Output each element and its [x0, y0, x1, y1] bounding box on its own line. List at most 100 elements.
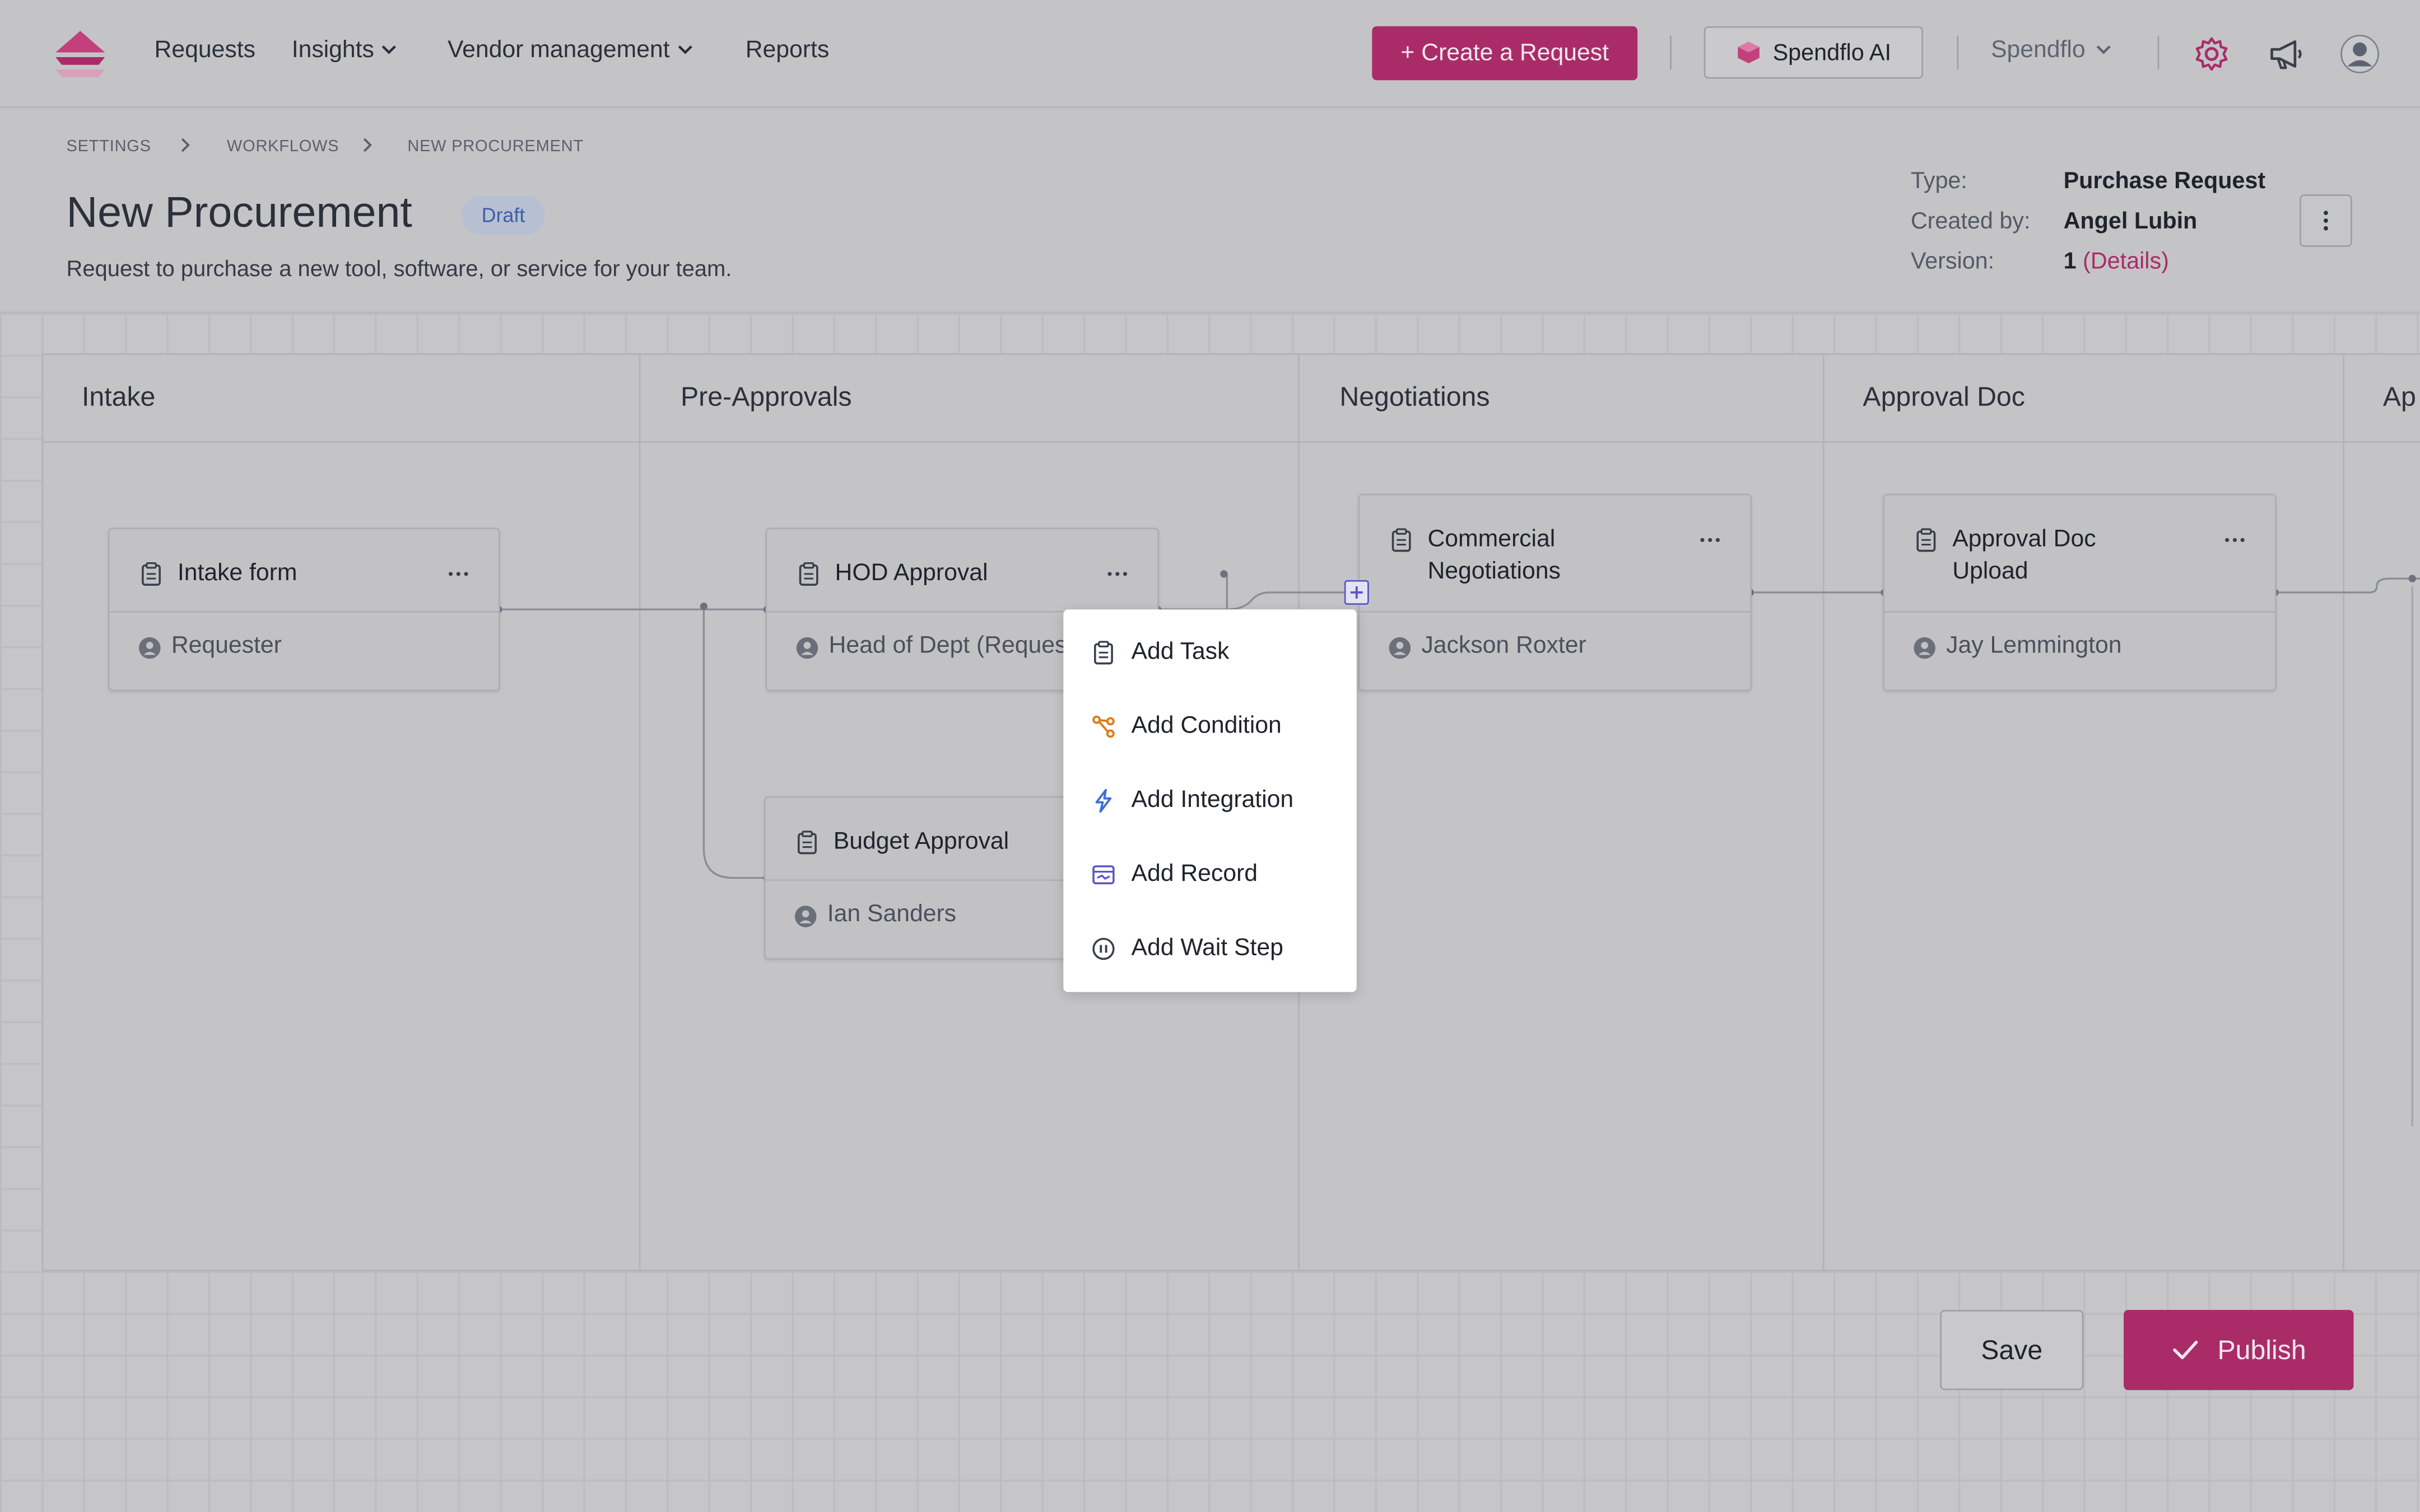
task-card-approval-doc-upload[interactable]: Approval Doc Upload Jay Lemmington	[1883, 493, 2277, 692]
chevron-down-icon	[2097, 45, 2111, 54]
card-title: HOD Approval	[835, 560, 988, 586]
card-title: Budget Approval	[833, 828, 1009, 855]
nav-insights[interactable]: Insights	[292, 37, 399, 65]
column-title-truncated: Ap	[2382, 381, 2416, 412]
card-assignee: Jackson Roxter	[1421, 632, 1586, 659]
menu-item-label: Add Task	[1131, 638, 1230, 665]
task-card-intake-form[interactable]: Intake form Requester	[108, 528, 500, 692]
spendflo-ai-label: Spendflo AI	[1772, 39, 1891, 66]
more-options-icon[interactable]	[2222, 528, 2247, 552]
menu-item-add-wait-step[interactable]: Add Wait Step	[1063, 912, 1356, 986]
user-icon	[1914, 637, 1935, 659]
column-divider	[2343, 353, 2344, 1272]
card-title: Commercial Negotiations	[1427, 523, 1560, 588]
card-header	[109, 529, 499, 613]
more-options-icon[interactable]	[446, 562, 471, 586]
page-title: New Procurement	[66, 188, 412, 236]
clipboard-icon	[1392, 528, 1411, 552]
card-title-line-1: Commercial	[1427, 526, 1556, 553]
chevron-down-icon	[382, 45, 397, 54]
nav-divider	[2157, 35, 2160, 69]
spendflo-logo[interactable]	[53, 28, 108, 81]
type-label: Type:	[1910, 168, 1967, 195]
menu-item-add-integration[interactable]: Add Integration	[1063, 764, 1356, 838]
column-header-divider	[41, 441, 2420, 443]
version-number: 1	[2063, 248, 2077, 275]
more-options-icon[interactable]	[1698, 528, 1723, 552]
chevron-right-icon	[181, 138, 190, 152]
clipboard-icon	[1093, 641, 1113, 665]
clipboard-icon	[1916, 528, 1936, 552]
add-step-menu: Add Task Add Condition Add Integration A…	[1063, 609, 1357, 992]
ai-cube-icon	[1737, 41, 1759, 63]
record-icon	[1092, 865, 1115, 885]
user-icon	[1389, 637, 1411, 659]
lightning-icon	[1095, 788, 1112, 813]
version-label: Version:	[1910, 248, 1995, 275]
nav-insights-label: Insights	[291, 37, 374, 63]
add-step-button[interactable]	[1344, 580, 1369, 605]
nav-divider	[1670, 35, 1672, 69]
column-divider	[639, 353, 641, 1272]
pause-icon	[1092, 937, 1115, 960]
checkmark-icon	[2172, 1341, 2198, 1360]
version-details-link[interactable]: (Details)	[2083, 249, 2169, 275]
more-options-button[interactable]	[2300, 194, 2352, 247]
clipboard-icon	[142, 562, 161, 586]
nav-vendor-management-label: Vendor management	[447, 37, 670, 63]
chevron-right-icon	[363, 138, 372, 152]
gear-icon[interactable]	[2191, 34, 2232, 74]
more-options-icon[interactable]	[1105, 562, 1130, 586]
menu-item-add-task[interactable]: Add Task	[1063, 615, 1356, 689]
card-title: Approval Doc Upload	[1952, 523, 2096, 588]
version-value: 1 (Details)	[2064, 249, 2169, 275]
plus-icon	[1350, 586, 1363, 599]
menu-item-add-condition[interactable]: Add Condition	[1063, 690, 1356, 764]
nav-reports[interactable]: Reports	[746, 37, 830, 65]
publish-button[interactable]: Publish	[2124, 1310, 2354, 1390]
card-title-line-2: Upload	[1952, 558, 2028, 585]
publish-label: Publish	[2217, 1333, 2306, 1365]
menu-item-label: Add Record	[1131, 861, 1258, 888]
menu-item-add-record[interactable]: Add Record	[1063, 838, 1356, 912]
card-assignee: Jay Lemmington	[1946, 632, 2122, 659]
column-title-approval-doc: Approval Doc	[1863, 381, 2025, 412]
vertical-dots-icon	[2324, 211, 2328, 231]
breadcrumb-workflows[interactable]: WORKFLOWS	[227, 137, 339, 156]
column-divider	[1822, 353, 1825, 1272]
user-avatar-icon[interactable]	[2340, 34, 2380, 74]
menu-item-label: Add Integration	[1131, 787, 1294, 813]
user-icon	[794, 906, 817, 927]
save-button[interactable]: Save	[1940, 1310, 2084, 1390]
column-title-negotiations: Negotiations	[1339, 381, 1490, 412]
column-title-pre-approvals: Pre-Approvals	[680, 381, 852, 412]
spendflo-ai-button[interactable]: Spendflo AI	[1704, 26, 1923, 79]
menu-item-label: Add Wait Step	[1131, 935, 1283, 962]
nav-requests[interactable]: Requests	[155, 37, 255, 65]
created-by-label: Created by:	[1910, 208, 2031, 235]
breadcrumb-current: NEW PROCUREMENT	[407, 137, 584, 156]
card-assignee: Head of Dept (Requester)	[829, 632, 1103, 659]
user-icon	[796, 637, 818, 659]
create-request-button[interactable]: + Create a Request	[1372, 26, 1638, 81]
menu-item-label: Add Condition	[1131, 712, 1282, 739]
org-label: Spendflo	[1991, 37, 2086, 63]
org-selector[interactable]: Spendflo	[1991, 37, 2113, 65]
task-card-commercial-negotiations[interactable]: Commercial Negotiations Jackson Roxter	[1358, 493, 1752, 692]
card-title-line-2: Negotiations	[1427, 558, 1561, 585]
clipboard-icon	[799, 562, 818, 586]
top-navigation-bar: Requests Insights Vendor management Repo…	[0, 0, 2420, 108]
nav-divider	[1957, 35, 1959, 69]
column-title-intake: Intake	[82, 381, 156, 412]
chevron-down-icon	[678, 45, 692, 54]
card-title: Intake form	[177, 560, 297, 586]
card-title-line-1: Approval Doc	[1952, 526, 2096, 553]
clipboard-icon	[797, 830, 817, 855]
card-assignee: Ian Sanders	[827, 900, 957, 927]
created-by-value: Angel Lubin	[2063, 208, 2198, 235]
megaphone-icon[interactable]	[2265, 34, 2306, 74]
breadcrumb-settings[interactable]: SETTINGS	[66, 137, 151, 156]
status-badge: Draft	[461, 195, 546, 235]
nav-vendor-management[interactable]: Vendor management	[448, 37, 695, 65]
card-assignee: Requester	[171, 632, 282, 659]
